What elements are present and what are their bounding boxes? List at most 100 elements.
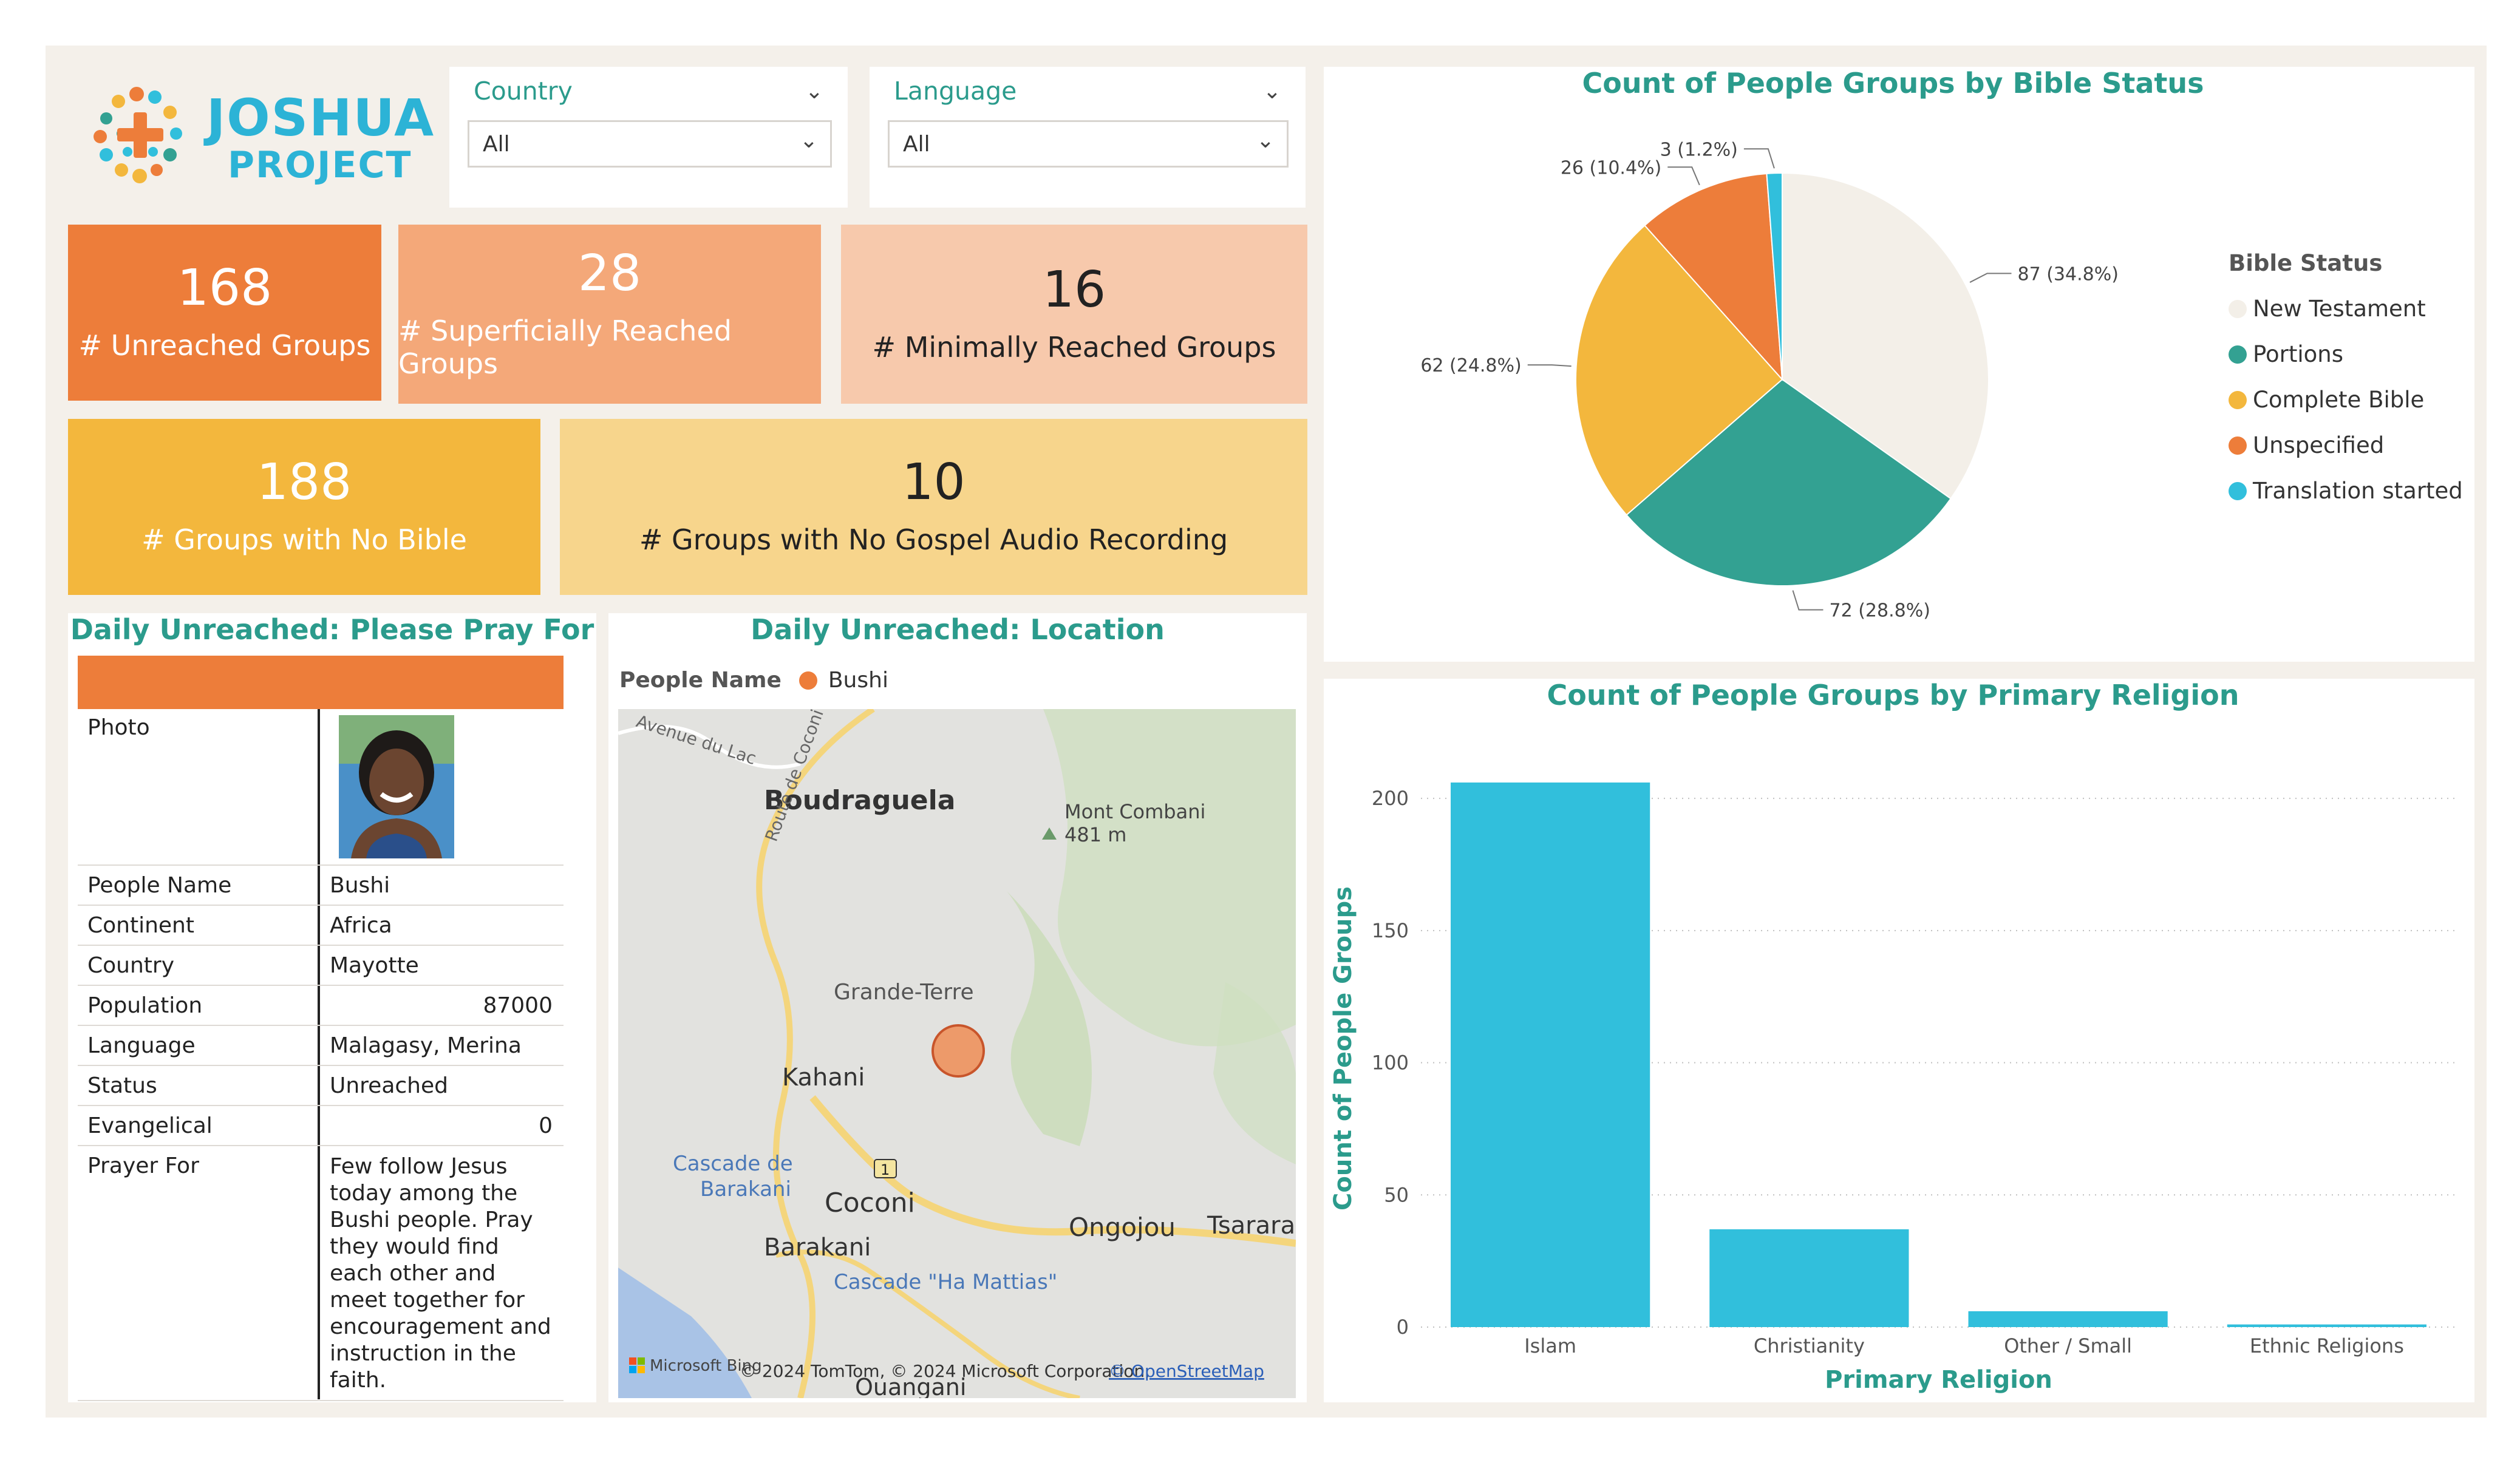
chevron-down-icon: ⌄ xyxy=(1256,128,1275,153)
row-key: People Name xyxy=(87,873,232,898)
pie-leader-line xyxy=(1743,148,1775,169)
legend-dot-icon xyxy=(2229,390,2247,409)
map-place-label: Kahani xyxy=(782,1064,865,1092)
table-row: Evangelical 0 xyxy=(78,1105,564,1146)
x-tick-label: Ethnic Religions xyxy=(2250,1334,2404,1357)
map-place-label: Barakani xyxy=(700,1177,791,1201)
row-value: Malagasy, Merina xyxy=(330,1033,522,1058)
bar[interactable] xyxy=(1968,1311,2168,1327)
map-panel: Daily Unreached: Location People Name Bu… xyxy=(608,613,1307,1402)
pie-legend-item[interactable]: Portions xyxy=(2229,331,2463,377)
pie-legend-label: Portions xyxy=(2253,341,2343,367)
language-slicer-label: Language xyxy=(894,76,1017,106)
row-key: Population xyxy=(87,993,203,1018)
map-legend-title: People Name xyxy=(619,668,782,693)
map-place-label: Cascade de xyxy=(673,1152,793,1176)
bar-chart: 0 50 100 150 200 Islam Christianity Other / Sma… xyxy=(1329,782,2456,1394)
people-location-marker[interactable] xyxy=(931,1024,985,1078)
prayer-for-text: Few follow Jesus today among the Bushi p… xyxy=(330,1154,551,1393)
kpi-minimal-label: # Minimally Reached Groups xyxy=(872,330,1276,364)
row-key: Continent xyxy=(87,913,194,938)
pie-legend-item[interactable]: Translation started xyxy=(2229,468,2463,514)
chevron-down-icon: ⌄ xyxy=(799,128,818,153)
pie-data-label: 72 (28.8%) xyxy=(1829,600,1930,622)
pie-data-label: 26 (10.4%) xyxy=(1561,157,1661,178)
table-row: People Name Bushi xyxy=(78,864,564,906)
pie-legend-title: Bible Status xyxy=(2229,250,2383,276)
pie-legend-item[interactable]: New Testament xyxy=(2229,286,2463,331)
kpi-no-audio: 10 # Groups with No Gospel Audio Recordi… xyxy=(560,419,1307,595)
y-tick-label: 0 xyxy=(1397,1316,1409,1339)
map-place-label: 481 m xyxy=(1064,823,1126,846)
y-axis-label: Count of People Groups xyxy=(1329,886,1357,1211)
language-dropdown-value: All xyxy=(903,131,930,157)
microsoft-icon xyxy=(629,1357,636,1365)
language-dropdown[interactable]: All ⌄ xyxy=(888,120,1289,168)
legend-dot-icon xyxy=(2229,299,2247,318)
y-tick-label: 50 xyxy=(1384,1183,1409,1206)
pray-table-header xyxy=(78,656,564,709)
pie-data-label: 3 (1.2%) xyxy=(1660,139,1738,160)
table-row: Language Malagasy, Merina xyxy=(78,1025,564,1066)
pie-legend-item[interactable]: Complete Bible xyxy=(2229,377,2463,423)
map-panel-title: Daily Unreached: Location xyxy=(751,613,1165,646)
x-axis-label: Primary Religion xyxy=(1825,1366,2052,1394)
x-tick-label: Islam xyxy=(1524,1334,1576,1357)
bar[interactable] xyxy=(2227,1324,2426,1327)
pie-legend-label: Unspecified xyxy=(2253,432,2385,458)
pie-chart-panel: Count of People Groups by Bible Status 8… xyxy=(1324,67,2474,662)
y-tick-label: 100 xyxy=(1372,1051,1409,1075)
pie-leader-line xyxy=(1527,364,1572,367)
kpi-minimal-value: 16 xyxy=(1042,260,1106,319)
bar[interactable] xyxy=(1709,1229,1909,1327)
row-value: Unreached xyxy=(330,1073,448,1098)
kpi-unreached-value: 168 xyxy=(177,259,273,317)
pie-legend-label: Complete Bible xyxy=(2253,387,2425,413)
y-tick-label: 150 xyxy=(1372,919,1409,942)
kpi-unreached-label: # Unreached Groups xyxy=(78,329,371,362)
pie-legend: Bible Status New Testament Portions Comple… xyxy=(2229,250,2463,514)
row-value: Mayotte xyxy=(330,953,419,978)
kpi-superficial: 28 # Superficially Reached Groups xyxy=(398,225,821,404)
map-view[interactable]: Boudraguela Mont Combani 481 m Grande-Te… xyxy=(618,709,1296,1398)
country-dropdown[interactable]: All ⌄ xyxy=(468,120,832,168)
kpi-unreached: 168 # Unreached Groups xyxy=(68,225,381,401)
kpi-no-bible-value: 188 xyxy=(256,453,352,511)
legend-dot-icon xyxy=(2229,436,2247,455)
chevron-down-icon[interactable]: ⌄ xyxy=(1263,79,1281,104)
x-tick-label: Christianity xyxy=(1754,1334,1865,1357)
table-row: Status Unreached xyxy=(78,1065,564,1106)
map-place-label: Barakani xyxy=(764,1234,871,1262)
y-tick-label: 200 xyxy=(1372,787,1409,810)
pie-leader-line xyxy=(1792,590,1824,611)
legend-dot-icon xyxy=(2229,345,2247,364)
pray-panel-title: Daily Unreached: Please Pray For xyxy=(70,613,594,646)
table-row-photo: Photo xyxy=(78,709,564,866)
map-attribution-text: © 2024 TomTom, © 2024 Microsoft Corporat… xyxy=(740,1361,1150,1381)
pie-legend-item[interactable]: Unspecified xyxy=(2229,423,2463,468)
dashboard-canvas: JOSHUA PROJECT Country ⌄ All ⌄ Language … xyxy=(0,0,2520,1457)
chevron-down-icon[interactable]: ⌄ xyxy=(805,79,823,104)
kpi-superficial-value: 28 xyxy=(577,244,642,302)
map-place-label: Coconi xyxy=(825,1187,915,1218)
map-place-label: Tsararar xyxy=(1207,1212,1296,1240)
map-place-label: Mont Combani xyxy=(1064,800,1205,823)
row-value: Bushi xyxy=(330,873,390,898)
kpi-superficial-label: # Superficially Reached Groups xyxy=(398,314,732,380)
kpi-no-bible-label: # Groups with No Bible xyxy=(141,523,467,556)
map-legend-item: Bushi xyxy=(828,668,888,693)
logo-line2: PROJECT xyxy=(228,144,412,186)
table-row: Population 87000 xyxy=(78,985,564,1026)
table-row: Country Mayotte xyxy=(78,945,564,986)
photo-label: Photo xyxy=(87,715,150,740)
table-row: Continent Africa xyxy=(78,905,564,946)
row-value: Africa xyxy=(330,913,392,938)
map-legend: People Name Bushi xyxy=(619,668,888,693)
bar[interactable] xyxy=(1451,782,1650,1327)
map-place-label: Cascade "Ha Mattias" xyxy=(834,1270,1057,1294)
row-key: Country xyxy=(87,953,175,978)
kpi-no-audio-label: # Groups with No Gospel Audio Recording xyxy=(639,523,1228,556)
openstreetmap-link[interactable]: © OpenStreetMap xyxy=(1109,1361,1264,1381)
map-road-label: 1 xyxy=(880,1161,890,1178)
pray-panel: Daily Unreached: Please Pray For Photo P… xyxy=(68,613,596,1402)
